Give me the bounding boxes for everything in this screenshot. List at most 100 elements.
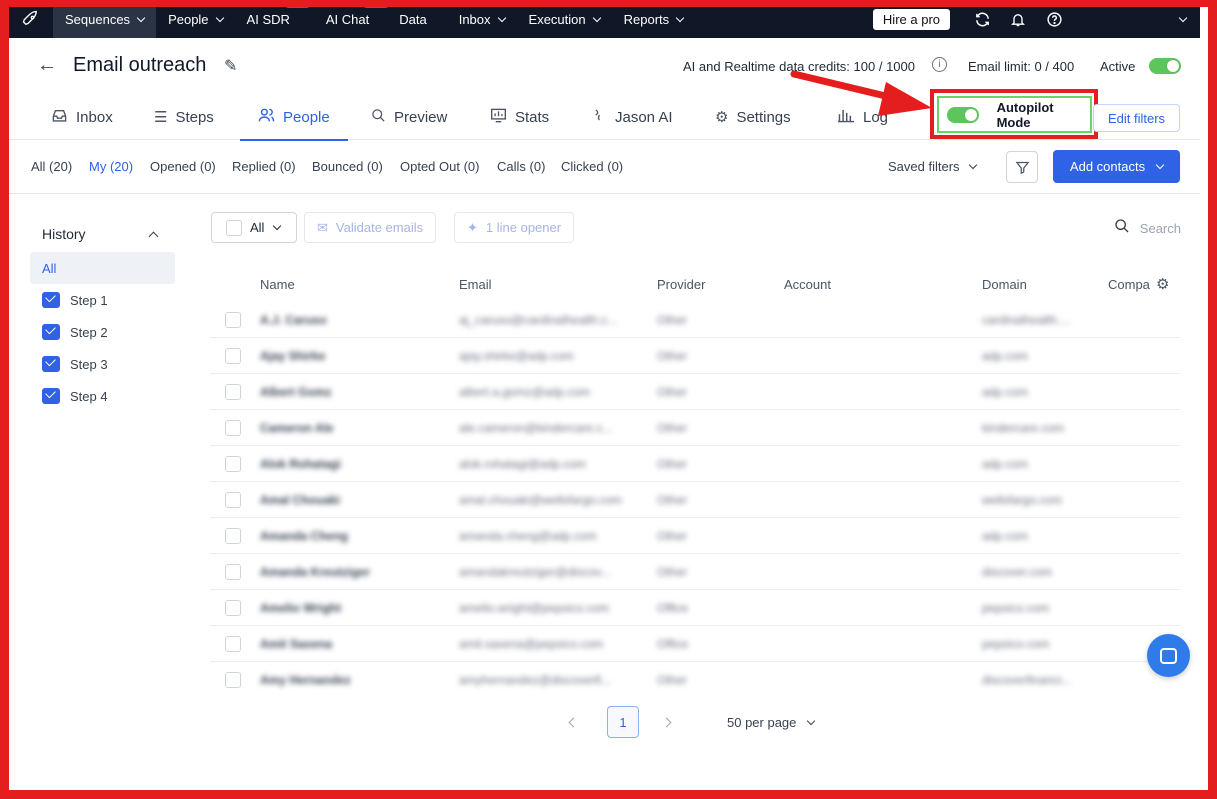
filter-all[interactable]: All (20) xyxy=(31,159,72,174)
nav-data[interactable]: Data xyxy=(387,0,438,38)
nav-inbox[interactable]: Inbox xyxy=(447,0,517,38)
row-checkbox[interactable] xyxy=(225,492,241,508)
filter-calls[interactable]: Calls (0) xyxy=(497,159,545,174)
add-contacts-button[interactable]: Add contacts xyxy=(1053,150,1180,183)
filter-opted-out[interactable]: Opted Out (0) xyxy=(400,159,479,174)
contact-provider: Other xyxy=(657,313,688,327)
contact-provider: Office xyxy=(657,637,689,651)
contact-provider: Other xyxy=(657,349,688,363)
table-row[interactable]: Alok Rohatagi alok.rohatagi@adp.com Other a… xyxy=(210,446,1180,482)
tab-people[interactable]: People xyxy=(240,94,348,141)
bell-icon[interactable] xyxy=(1000,0,1036,38)
help-icon[interactable] xyxy=(1036,0,1072,38)
column-header-email[interactable]: Email xyxy=(459,277,492,292)
user-menu[interactable] xyxy=(1100,0,1200,38)
email-icon xyxy=(42,324,60,340)
table-row[interactable]: Amelio Wright amelio.wright@pepsico.com Of… xyxy=(210,590,1180,626)
edit-filters-button[interactable]: Edit filters xyxy=(1093,104,1180,132)
prev-page-icon[interactable] xyxy=(568,717,579,727)
nav-ai-sdr[interactable]: AI SDR v2.0 xyxy=(235,0,312,38)
one-line-opener-button[interactable]: ✦ 1 line opener xyxy=(454,212,575,243)
row-checkbox[interactable] xyxy=(225,636,241,652)
email-icon xyxy=(42,292,60,308)
tab-steps[interactable]: ☰ Steps xyxy=(154,94,214,140)
sidebar-item-step-3[interactable]: Step 3 xyxy=(30,348,175,380)
sequence-tabs: Inbox ☰ Steps People Preview Stats Jason … xyxy=(9,89,1200,141)
column-header-provider[interactable]: Provider xyxy=(657,277,705,292)
row-checkbox[interactable] xyxy=(225,312,241,328)
nav-sequences[interactable]: Sequences xyxy=(53,0,157,38)
filter-bounced[interactable]: Bounced (0) xyxy=(312,159,383,174)
per-page-dropdown[interactable]: 50 per page xyxy=(727,715,816,730)
page-number[interactable]: 1 xyxy=(607,706,639,738)
column-header-name[interactable]: Name xyxy=(260,277,295,292)
select-all-checkbox[interactable] xyxy=(226,219,242,236)
history-header[interactable]: History xyxy=(30,210,175,246)
nav-execution[interactable]: Execution xyxy=(517,0,612,38)
back-arrow-icon[interactable]: ← xyxy=(37,54,57,77)
column-header-account[interactable]: Account xyxy=(784,277,831,292)
sidebar-item-all[interactable]: All xyxy=(30,252,175,284)
people-icon xyxy=(258,107,275,127)
filter-icon[interactable] xyxy=(1006,151,1038,183)
row-checkbox[interactable] xyxy=(225,600,241,616)
rocket-icon[interactable] xyxy=(9,0,53,38)
validate-emails-button[interactable]: ✉ Validate emails xyxy=(304,212,437,243)
saved-filters-dropdown[interactable]: Saved filters xyxy=(888,159,977,174)
chevron-down-icon xyxy=(968,160,977,170)
row-checkbox[interactable] xyxy=(225,420,241,436)
refresh-icon[interactable] xyxy=(964,0,1000,38)
filter-clicked[interactable]: Clicked (0) xyxy=(561,159,623,174)
sidebar-item-step-2[interactable]: Step 2 xyxy=(30,316,175,348)
table-row[interactable]: Albert Gomz albert.a.gomz@adp.com Other adp… xyxy=(210,374,1180,410)
tab-settings[interactable]: ⚙ Settings xyxy=(715,94,791,140)
autopilot-mode-control[interactable]: Autopilot Mode xyxy=(937,96,1092,133)
filter-replied[interactable]: Replied (0) xyxy=(232,159,296,174)
sidebar-item-step-4[interactable]: Step 4 xyxy=(30,380,175,412)
table-row[interactable]: Amit Saxena amit.saxena@pepsico.com Office… xyxy=(210,626,1180,662)
row-checkbox[interactable] xyxy=(225,384,241,400)
contact-domain: cardinalhealth.... xyxy=(982,313,1071,327)
nav-reports[interactable]: Reports xyxy=(612,0,696,38)
next-page-icon[interactable] xyxy=(661,717,672,727)
row-checkbox[interactable] xyxy=(225,564,241,580)
contact-email: amal.chouaki@wellsfargo.com xyxy=(459,493,622,507)
hire-a-pro-button[interactable]: Hire a pro xyxy=(872,8,950,30)
contact-name: Amit Saxena xyxy=(260,637,333,651)
inbox-icon xyxy=(51,108,68,127)
row-checkbox[interactable] xyxy=(225,528,241,544)
pencil-icon[interactable]: ✎ xyxy=(224,56,237,76)
list-icon: ☰ xyxy=(154,109,168,126)
table-row[interactable]: Amy Hernandez amyhernandez@discoverfi... O… xyxy=(210,662,1180,698)
tab-jason-ai[interactable]: Jason AI xyxy=(592,94,673,140)
tab-preview[interactable]: Preview xyxy=(371,94,447,140)
table-row[interactable]: Amanda Cheng amanda.cheng@adp.com Other adp… xyxy=(210,518,1180,554)
select-all-dropdown[interactable]: All xyxy=(211,212,297,243)
table-row[interactable]: Cameron Ale ale.cameron@kindercare.c... Ot… xyxy=(210,410,1180,446)
filter-my[interactable]: My (20) xyxy=(89,159,133,174)
sidebar-item-step-1[interactable]: Step 1 xyxy=(30,284,175,316)
search-input[interactable]: Search xyxy=(1114,218,1181,238)
table-row[interactable]: Amal Chouaki amal.chouaki@wellsfargo.com O… xyxy=(210,482,1180,518)
chat-support-icon[interactable] xyxy=(1147,634,1190,677)
tab-stats[interactable]: Stats xyxy=(490,94,549,140)
gear-icon[interactable]: ⚙ xyxy=(1156,275,1169,293)
row-checkbox[interactable] xyxy=(225,348,241,364)
column-header-domain[interactable]: Domain xyxy=(982,277,1027,292)
nav-people[interactable]: People xyxy=(156,0,234,38)
row-checkbox[interactable] xyxy=(225,456,241,472)
nav-ai-chat[interactable]: AI Chat New xyxy=(314,0,392,38)
chevron-down-icon xyxy=(215,13,224,22)
filter-opened[interactable]: Opened (0) xyxy=(150,159,216,174)
active-toggle[interactable] xyxy=(1149,58,1181,74)
autopilot-toggle[interactable] xyxy=(947,106,979,123)
column-header-company[interactable]: Compa xyxy=(1108,277,1150,292)
autopilot-highlight: Autopilot Mode xyxy=(930,89,1098,139)
table-row[interactable]: Ajay Shirke ajay.shirke@adp.com Other adp.c… xyxy=(210,338,1180,374)
table-row[interactable]: A.J. Caruso aj_caruso@cardinalhealth.c...… xyxy=(210,302,1180,338)
contact-email: amit.saxena@pepsico.com xyxy=(459,637,604,651)
row-checkbox[interactable] xyxy=(225,672,241,688)
tab-inbox[interactable]: Inbox xyxy=(51,94,113,140)
chevron-down-icon xyxy=(807,716,816,725)
table-row[interactable]: Amanda Kreutziger amandakreutziger@discov… xyxy=(210,554,1180,590)
